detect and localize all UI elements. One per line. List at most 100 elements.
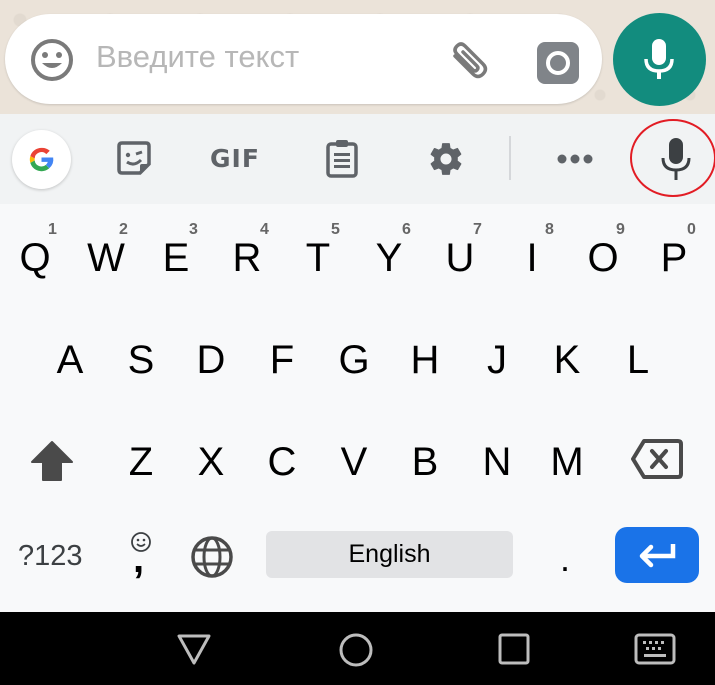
key-label: Q: [19, 236, 51, 280]
microphone-icon: [644, 39, 674, 79]
key-label: C: [267, 440, 297, 484]
key-label: P: [660, 236, 688, 280]
key-label: E: [162, 236, 190, 280]
more-horizontal-icon: [557, 154, 593, 164]
key-label: G: [338, 338, 370, 382]
key-label: V: [340, 440, 368, 484]
key-d[interactable]: D: [176, 306, 246, 406]
key-j[interactable]: J: [462, 306, 532, 406]
key-hint: 2: [119, 221, 128, 238]
key-b[interactable]: B: [390, 408, 460, 508]
key-g[interactable]: G: [319, 306, 389, 406]
key-i[interactable]: I8: [497, 204, 567, 304]
recents-button[interactable]: [498, 633, 530, 670]
key-label: B: [411, 440, 439, 484]
key-l[interactable]: L: [603, 306, 673, 406]
key-q[interactable]: Q1: [0, 204, 70, 304]
smiley-face-icon: [31, 39, 73, 81]
settings-button[interactable]: [427, 140, 465, 183]
space-bar[interactable]: English: [266, 531, 513, 578]
back-button[interactable]: [176, 632, 212, 671]
comma-key[interactable]: ,: [125, 527, 155, 581]
key-h[interactable]: H: [390, 306, 460, 406]
message-input-field[interactable]: Введите текст: [5, 14, 602, 104]
google-search-button[interactable]: [12, 130, 71, 189]
key-z[interactable]: Z: [106, 408, 176, 508]
backspace-icon: [631, 439, 683, 479]
key-label: O: [587, 236, 619, 280]
key-n[interactable]: N: [462, 408, 532, 508]
keyboard-switch-button[interactable]: [634, 633, 676, 670]
gear-icon: [430, 143, 462, 175]
key-u[interactable]: U7: [425, 204, 495, 304]
key-e[interactable]: E3: [141, 204, 211, 304]
space-bar-label: English: [348, 540, 431, 568]
key-x[interactable]: X: [176, 408, 246, 508]
voice-message-button[interactable]: [613, 13, 706, 106]
backspace-key[interactable]: [630, 438, 684, 485]
key-hint: 5: [331, 221, 340, 238]
google-g-icon: [29, 147, 54, 172]
key-p[interactable]: P0: [639, 204, 709, 304]
key-hint: 0: [687, 221, 696, 238]
key-hint: 1: [48, 221, 57, 238]
keyboard-toolbar: GIF: [0, 114, 715, 204]
key-label: W: [87, 236, 125, 280]
key-o[interactable]: O9: [568, 204, 638, 304]
key-k[interactable]: K: [532, 306, 602, 406]
key-label: M: [550, 440, 584, 484]
home-circle-icon: [339, 633, 373, 667]
key-hint: 9: [616, 221, 625, 238]
system-navigation-bar: [0, 612, 715, 685]
period-key[interactable]: .: [560, 538, 570, 580]
key-label: X: [197, 440, 225, 484]
gif-button[interactable]: GIF: [210, 144, 260, 173]
paperclip-icon: [453, 42, 488, 79]
comma-label: ,: [133, 537, 145, 581]
key-label: A: [56, 338, 84, 382]
key-label: H: [410, 338, 440, 382]
back-triangle-icon: [177, 634, 211, 665]
shift-arrow-icon: [31, 441, 73, 481]
key-label: R: [232, 236, 262, 280]
key-t[interactable]: T5: [283, 204, 353, 304]
key-label: S: [127, 338, 155, 382]
emoji-button[interactable]: [27, 35, 77, 85]
camera-icon: [537, 42, 579, 84]
sticker-icon: [117, 141, 151, 175]
chat-input-area: Введите текст: [0, 0, 715, 114]
key-label: T: [305, 236, 331, 280]
camera-button[interactable]: [536, 41, 580, 85]
keyboard-switch-icon: [634, 633, 676, 665]
attach-button[interactable]: [445, 38, 495, 88]
symbols-key[interactable]: ?123: [18, 540, 83, 573]
key-v[interactable]: V: [319, 408, 389, 508]
key-label: Y: [375, 236, 403, 280]
home-button[interactable]: [338, 632, 374, 673]
key-s[interactable]: S: [106, 306, 176, 406]
key-label: D: [196, 338, 226, 382]
sticker-button[interactable]: [116, 140, 152, 181]
key-label: I: [526, 236, 538, 280]
key-r[interactable]: R4: [212, 204, 282, 304]
key-hint: 7: [473, 221, 482, 238]
key-y[interactable]: Y6: [354, 204, 424, 304]
key-f[interactable]: F: [247, 306, 317, 406]
enter-key[interactable]: [615, 527, 699, 583]
key-label: Z: [128, 440, 154, 484]
key-c[interactable]: C: [247, 408, 317, 508]
globe-icon: [191, 536, 233, 578]
clipboard-icon: [326, 140, 358, 178]
key-hint: 4: [260, 221, 269, 238]
more-options-button[interactable]: [556, 152, 594, 170]
voice-typing-button[interactable]: [660, 136, 692, 187]
shift-key[interactable]: [30, 440, 74, 487]
key-w[interactable]: W2: [71, 204, 141, 304]
key-a[interactable]: A: [35, 306, 105, 406]
key-hint: 3: [189, 221, 198, 238]
clipboard-button[interactable]: [325, 138, 359, 183]
key-label: F: [269, 338, 295, 382]
key-m[interactable]: M: [532, 408, 602, 508]
recents-square-icon: [498, 633, 530, 665]
language-switch-key[interactable]: [190, 535, 234, 584]
